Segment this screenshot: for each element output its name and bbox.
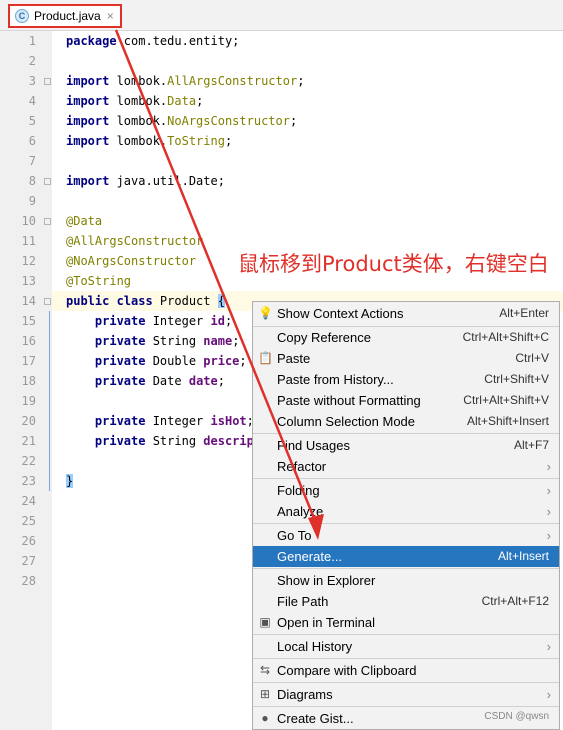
arrow-line: [114, 29, 320, 529]
arrow-head-icon: [308, 514, 324, 540]
watermark: CSDN @qwsn: [484, 711, 549, 722]
annotation-arrow: [114, 29, 324, 540]
